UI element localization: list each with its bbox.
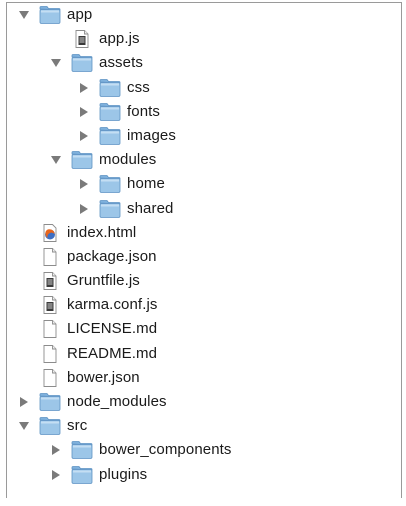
file-icon (39, 247, 61, 267)
folder-icon (39, 5, 61, 25)
disclosure-triangle-collapsed-icon[interactable] (49, 438, 63, 462)
folder-icon (71, 440, 93, 460)
disclosure-triangle-collapsed-icon[interactable] (77, 124, 91, 148)
file-row[interactable]: app.js (7, 27, 401, 52)
folder-icon (71, 53, 93, 73)
folder-row[interactable]: images (7, 123, 401, 149)
file-row[interactable]: index.html (7, 220, 401, 245)
tree-item-label: index.html (67, 223, 137, 241)
tree-item-label: bower_components (99, 441, 232, 459)
file-row[interactable]: package.json (7, 245, 401, 269)
folder-icon (71, 150, 93, 170)
file-row[interactable]: README.md (7, 342, 401, 366)
tree-item-label: Gruntfile.js (67, 272, 140, 290)
tree-item-label: node_modules (67, 393, 167, 410)
folder-icon (99, 199, 121, 219)
file-row[interactable]: LICENSE.md (7, 317, 401, 342)
disclosure-triangle-expanded-icon[interactable] (17, 3, 31, 27)
disclosure-triangle-collapsed-icon[interactable] (77, 76, 91, 100)
file-row[interactable]: Gruntfile.js (7, 269, 401, 294)
tree-item-label: src (67, 417, 88, 435)
folder-icon (99, 78, 121, 98)
disclosure-triangle-collapsed-icon[interactable] (77, 100, 91, 124)
folder-row[interactable]: modules (7, 148, 401, 172)
tree-item-label: LICENSE.md (67, 320, 158, 338)
folder-row[interactable]: home (7, 172, 401, 197)
folder-icon (39, 416, 61, 436)
html-file-icon (39, 223, 61, 243)
folder-row[interactable]: shared (7, 197, 401, 221)
folder-row[interactable]: css (7, 75, 401, 100)
tree-item-label: fonts (127, 102, 161, 120)
folder-row[interactable]: node_modules (7, 390, 401, 414)
file-tree: app app.js assets css fonts images modules home… (6, 2, 402, 498)
disclosure-triangle-expanded-icon[interactable] (49, 51, 63, 75)
folder-row[interactable]: plugins (7, 462, 401, 487)
file-row[interactable]: karma.conf.js (7, 293, 401, 317)
tree-item-label: images (127, 126, 176, 144)
script-file-icon (71, 29, 93, 49)
tree-item-label: karma.conf.js (67, 296, 158, 314)
folder-row[interactable]: src (7, 414, 401, 439)
tree-item-label: plugins (99, 465, 148, 483)
disclosure-triangle-collapsed-icon[interactable] (77, 172, 91, 196)
folder-icon (99, 102, 121, 122)
folder-icon (71, 465, 93, 485)
folder-row[interactable]: bower_components (7, 438, 401, 462)
tree-item-label: css (127, 78, 150, 96)
folder-icon (39, 392, 61, 412)
folder-row[interactable]: assets (7, 51, 401, 75)
file-icon (39, 368, 61, 388)
file-row[interactable]: bower.json (7, 365, 401, 390)
disclosure-triangle-collapsed-icon[interactable] (17, 390, 31, 414)
disclosure-triangle-collapsed-icon[interactable] (77, 197, 91, 221)
folder-icon (99, 126, 121, 146)
file-icon (39, 319, 61, 339)
tree-item-label: home (127, 175, 165, 193)
tree-item-label: package.json (67, 247, 157, 265)
tree-item-label: bower.json (67, 368, 140, 386)
tree-item-label: assets (99, 54, 143, 72)
tree-item-label: app.js (99, 30, 140, 48)
script-file-icon (39, 295, 61, 315)
script-file-icon (39, 271, 61, 291)
disclosure-triangle-expanded-icon[interactable] (17, 414, 31, 438)
tree-item-label: shared (127, 199, 174, 217)
tree-item-label: modules (99, 151, 157, 169)
folder-row[interactable]: fonts (7, 100, 401, 124)
tree-item-label: README.md (67, 344, 158, 362)
file-icon (39, 344, 61, 364)
tree-item-label: app (67, 6, 93, 23)
folder-row[interactable]: app (7, 3, 401, 27)
folder-icon (99, 174, 121, 194)
disclosure-triangle-expanded-icon[interactable] (49, 148, 63, 172)
disclosure-triangle-collapsed-icon[interactable] (49, 463, 63, 487)
